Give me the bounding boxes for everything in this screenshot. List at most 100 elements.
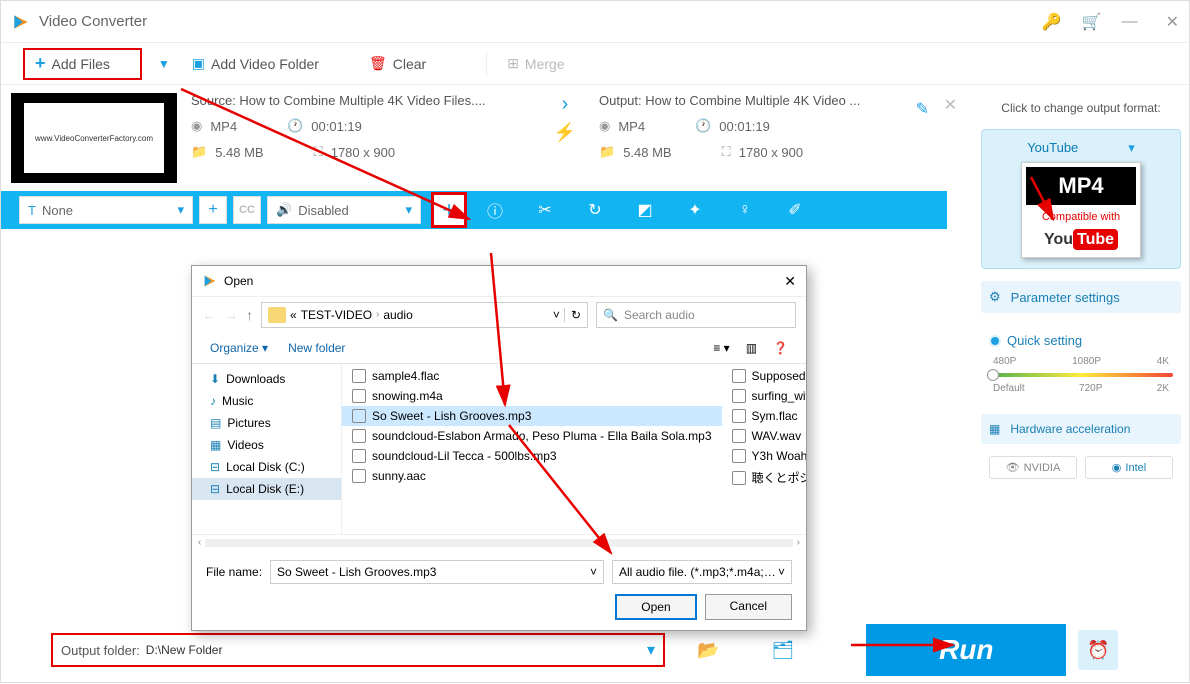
out-res: 1780 x 900 <box>739 145 803 160</box>
nav-back-button[interactable]: ← <box>202 307 216 323</box>
file-item[interactable]: snowing.m4a <box>342 386 722 406</box>
sidebar-item[interactable]: ⊟Local Disk (E:) <box>192 478 341 500</box>
file-item[interactable]: Sym.flac <box>722 406 806 426</box>
close-button[interactable]: ✕ <box>1166 12 1179 32</box>
search-placeholder: Search audio <box>624 308 695 322</box>
breadcrumb[interactable]: « TEST-VIDEO › audio ˅ ↻ <box>261 302 588 328</box>
watermark-icon[interactable]: ♀ <box>731 196 759 224</box>
edit-icon[interactable]: ✐ <box>781 196 809 224</box>
slider-label: 4K <box>1157 356 1169 367</box>
file-item[interactable]: surfing_wit <box>722 386 806 406</box>
view-button[interactable]: ≡ ▾ <box>713 341 729 355</box>
bolt-icon: ⚡ <box>554 122 576 143</box>
remove-file-button[interactable]: ✕ <box>944 95 957 115</box>
sidebar-item[interactable]: ⊟Local Disk (C:) <box>192 456 341 478</box>
filename-label: File name: <box>206 565 262 579</box>
scroll-left[interactable]: ‹ <box>198 537 201 548</box>
browse-folder-button[interactable]: 🗂 <box>771 640 794 661</box>
add-files-label: Add Files <box>52 56 110 72</box>
scrollbar[interactable] <box>205 539 792 547</box>
effects-icon[interactable]: ✦ <box>681 196 709 224</box>
file-item[interactable]: sample4.flac <box>342 366 722 386</box>
intel-chip[interactable]: ◉Intel <box>1085 456 1173 479</box>
chip-icon: ▦ <box>989 422 1000 436</box>
src-res: 1780 x 900 <box>331 145 395 160</box>
crop-icon[interactable]: ◩ <box>631 196 659 224</box>
file-icon: 📁 <box>599 144 615 160</box>
merge-button: ⊞ Merge <box>507 55 564 72</box>
out-size: 5.48 MB <box>623 145 671 160</box>
minimize-button[interactable]: — <box>1122 13 1138 31</box>
add-folder-button[interactable]: ▣ Add Video Folder <box>192 55 319 72</box>
add-files-dropdown[interactable]: ▼ <box>158 57 170 71</box>
chevron-down-icon: ▾ <box>177 202 184 218</box>
format-mp4-label: MP4 <box>1026 167 1136 205</box>
file-item[interactable]: Y3h Woah! <box>722 446 806 466</box>
help-button[interactable]: ❓ <box>773 341 788 355</box>
nvidia-chip[interactable]: 👁NVIDIA <box>989 456 1077 479</box>
source-title: Source: How to Combine Multiple 4K Video… <box>191 93 531 108</box>
preview-button[interactable]: ▥ <box>746 341 757 355</box>
breadcrumb-segment[interactable]: TEST-VIDEO <box>301 308 372 322</box>
output-format-button[interactable]: YouTube ▾ MP4 Compatible with YouTube <box>981 129 1181 269</box>
output-title: Output: How to Combine Multiple 4K Video… <box>599 93 899 108</box>
file-type-filter[interactable]: All audio file. (*.mp3;*.m4a;*.wav)˅ <box>612 560 792 584</box>
subtitle-value: None <box>42 203 73 218</box>
audio-value: Disabled <box>298 203 349 218</box>
hardware-accel-button[interactable]: ▦ Hardware acceleration <box>981 414 1181 444</box>
sidebar-item[interactable]: ▦Videos <box>192 434 341 456</box>
resolution-icon: ⛶ <box>314 144 323 160</box>
info-icon[interactable]: ⓘ <box>481 196 509 224</box>
quality-slider[interactable] <box>989 373 1173 377</box>
dialog-close-button[interactable]: ✕ <box>784 273 796 290</box>
open-button[interactable]: Open <box>615 594 696 620</box>
title-bar: Video Converter 🔑 🛒 — ✕ <box>1 1 1189 43</box>
file-item[interactable]: 聴くとポジ <box>722 466 806 489</box>
cut-icon[interactable]: ✂ <box>531 196 559 224</box>
open-folder-button[interactable]: 📂 <box>697 640 719 661</box>
format-icon: ◉ <box>599 118 610 134</box>
organize-button[interactable]: Organize ▾ <box>210 341 268 355</box>
output-folder-path: D:\New Folder <box>146 643 641 657</box>
app-title: Video Converter <box>39 13 1042 30</box>
schedule-button[interactable]: ⏰ <box>1078 630 1118 670</box>
src-duration: 00:01:19 <box>311 119 362 134</box>
output-folder-select[interactable]: Output folder: D:\New Folder ▾ <box>51 633 665 667</box>
file-item[interactable]: So Sweet - Lish Grooves.mp3 <box>342 406 722 426</box>
video-thumbnail[interactable]: www.VideoConverterFactory.com <box>11 93 177 183</box>
audio-select[interactable]: 🔊 Disabled ▾ <box>267 196 421 224</box>
cc-button[interactable]: CC <box>233 196 261 224</box>
file-item[interactable]: sunny.aac <box>342 466 722 486</box>
edit-output-button[interactable]: ✎ <box>916 99 929 119</box>
nav-up-button[interactable]: ↑ <box>246 307 253 323</box>
search-input[interactable]: 🔍 Search audio <box>596 302 796 328</box>
file-item[interactable]: soundcloud-Lil Tecca - 500lbs.mp3 <box>342 446 722 466</box>
sidebar-item[interactable]: ▤Pictures <box>192 412 341 434</box>
dialog-sidebar: ⬇Downloads♪Music▤Pictures▦Videos⊟Local D… <box>192 364 342 534</box>
intel-icon: ◉ <box>1112 461 1122 474</box>
key-icon[interactable]: 🔑 <box>1042 12 1062 32</box>
file-item[interactable]: WAV.wav <box>722 426 806 446</box>
add-files-button[interactable]: + Add Files <box>23 48 142 80</box>
subtitle-select[interactable]: T None ▾ <box>19 196 193 224</box>
file-item[interactable]: soundcloud-Eslabon Armado, Peso Pluma - … <box>342 426 722 446</box>
cart-icon[interactable]: 🛒 <box>1082 12 1102 32</box>
rotate-icon[interactable]: ↻ <box>581 196 609 224</box>
clear-button[interactable]: 🗑 Clear <box>369 55 426 72</box>
breadcrumb-segment[interactable]: audio <box>383 308 412 322</box>
scroll-right[interactable]: › <box>797 537 800 548</box>
youtube-logo-icon: YouTube <box>1026 227 1136 253</box>
cancel-button[interactable]: Cancel <box>705 594 792 620</box>
refresh-button[interactable]: ↻ <box>564 308 581 322</box>
add-audio-button[interactable]: + <box>431 192 467 228</box>
src-size: 5.48 MB <box>215 145 263 160</box>
filename-input[interactable]: So Sweet - Lish Grooves.mp3˅ <box>270 560 604 584</box>
run-button[interactable]: Run <box>866 624 1066 676</box>
new-folder-button[interactable]: New folder <box>288 341 345 355</box>
sidebar-item[interactable]: ⬇Downloads <box>192 368 341 390</box>
parameter-settings-button[interactable]: ⚙ Parameter settings <box>981 281 1181 313</box>
add-subtitle-button[interactable]: + <box>199 196 227 224</box>
sidebar-item[interactable]: ♪Music <box>192 390 341 412</box>
nav-forward-button[interactable]: → <box>224 307 238 323</box>
file-item[interactable]: Supposed <box>722 366 806 386</box>
